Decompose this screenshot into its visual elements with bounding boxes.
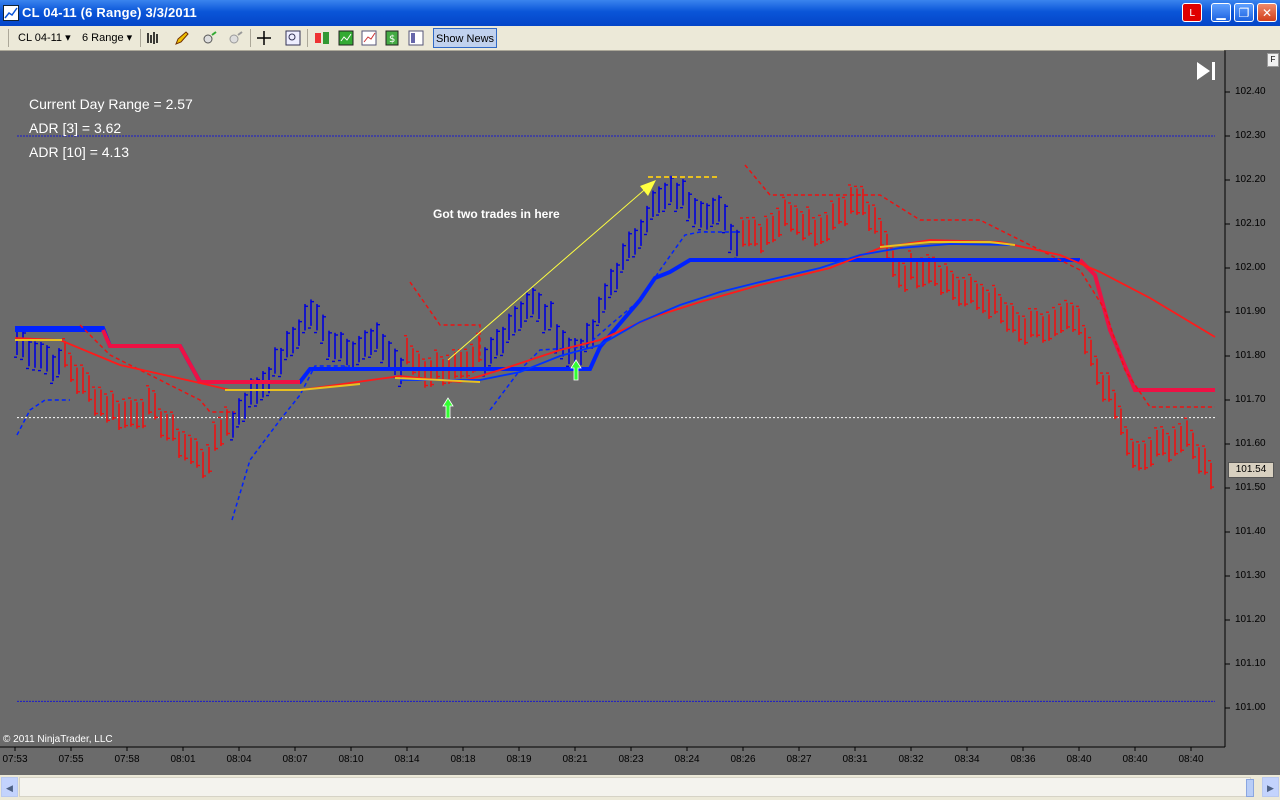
properties-icon[interactable]	[408, 30, 424, 46]
chevron-down-icon: ▾	[126, 32, 133, 44]
y-tick-label: 101.00	[1235, 702, 1266, 713]
x-tick-label: 08:07	[282, 754, 308, 765]
x-tick-label: 08:19	[506, 754, 532, 765]
zoom-window-icon[interactable]	[285, 30, 301, 46]
x-tick-label: 08:40	[1178, 754, 1204, 765]
scroll-to-end-icon[interactable]	[1196, 61, 1218, 81]
instrument-selector[interactable]: CL 04-11 ▾	[18, 29, 71, 47]
toolbar-grip	[8, 29, 9, 47]
scroll-thumb[interactable]	[1246, 779, 1254, 797]
scroll-left-icon[interactable]: ◀	[1, 777, 18, 797]
horizontal-scrollbar[interactable]: ◀ ▶	[0, 775, 1280, 800]
current-day-range: Current Day Range = 2.57	[29, 96, 193, 112]
instrument-label: CL 04-11	[18, 32, 63, 44]
stop-line-red-early	[101, 329, 300, 384]
x-tick-label: 07:53	[2, 754, 28, 765]
window-titlebar: CL 04-11 (6 Range) 3/3/2011 L ▁ ❐ ✕	[0, 0, 1280, 26]
scroll-track[interactable]	[19, 777, 1251, 797]
y-tick-label: 101.10	[1235, 658, 1266, 669]
show-news-button[interactable]: Show News	[433, 28, 497, 48]
toolbar-separator	[307, 29, 308, 47]
entry-arrow-icon	[442, 397, 454, 419]
chevron-down-icon: ▾	[65, 32, 71, 44]
adr-3: ADR [3] = 3.62	[29, 120, 122, 136]
crosshair-icon[interactable]	[256, 30, 272, 46]
strategies-icon[interactable]	[314, 30, 330, 46]
scroll-right-icon[interactable]: ▶	[1262, 777, 1279, 797]
y-tick-label: 102.30	[1235, 130, 1266, 141]
chart-canvas[interactable]	[0, 50, 1280, 775]
y-tick-label: 102.20	[1235, 174, 1266, 185]
chart-annotation: Got two trades in here	[433, 207, 560, 221]
adr-10: ADR [10] = 4.13	[29, 144, 130, 160]
x-tick-label: 08:21	[562, 754, 588, 765]
y-tick-label: 101.60	[1235, 438, 1266, 449]
y-tick-label: 102.10	[1235, 218, 1266, 229]
toolbar-separator	[140, 29, 141, 47]
channel-red-mid	[409, 281, 481, 360]
zoom-in-icon[interactable]	[202, 30, 218, 46]
x-tick-label: 08:32	[898, 754, 924, 765]
period-selector[interactable]: 6 Range ▾	[82, 29, 132, 47]
data-box-icon[interactable]: $	[384, 30, 400, 46]
y-tick-label: 101.90	[1235, 306, 1266, 317]
toolbar-separator	[250, 29, 251, 47]
y-tick-label: 101.80	[1235, 350, 1266, 361]
maximize-button[interactable]: ❐	[1234, 3, 1254, 22]
x-tick-label: 08:40	[1066, 754, 1092, 765]
window-title: CL 04-11 (6 Range) 3/3/2011	[22, 5, 197, 20]
x-tick-label: 08:40	[1122, 754, 1148, 765]
draw-pencil-icon[interactable]	[174, 30, 190, 46]
close-button[interactable]: ✕	[1257, 3, 1277, 22]
zoom-out-icon[interactable]	[228, 30, 244, 46]
x-tick-label: 08:18	[450, 754, 476, 765]
chart-trader-icon[interactable]	[361, 30, 377, 46]
price-chart[interactable]	[0, 50, 1280, 775]
y-tick-label: 101.70	[1235, 394, 1266, 405]
x-tick-label: 08:26	[730, 754, 756, 765]
indicators-icon[interactable]	[338, 30, 354, 46]
minimize-button[interactable]: ▁	[1211, 3, 1231, 22]
x-tick-label: 08:27	[786, 754, 812, 765]
last-price-tag: 101.54	[1228, 462, 1274, 478]
bar-style-icon[interactable]	[146, 30, 162, 46]
x-tick-label: 07:58	[114, 754, 140, 765]
y-tick-label: 102.40	[1235, 86, 1266, 97]
x-tick-label: 08:24	[674, 754, 700, 765]
y-tick-label: 101.50	[1235, 482, 1266, 493]
svg-text:$: $	[389, 34, 395, 45]
x-tick-label: 08:36	[1010, 754, 1036, 765]
y-tick-label: 101.20	[1235, 614, 1266, 625]
channel-red-late	[744, 164, 1215, 408]
y-tick-label: 102.00	[1235, 262, 1266, 273]
stop-line-blue	[15, 258, 1080, 384]
y-tick-label: 101.30	[1235, 570, 1266, 581]
link-button[interactable]: L	[1182, 3, 1202, 22]
x-tick-label: 08:04	[226, 754, 252, 765]
chart-app-icon	[3, 5, 19, 21]
x-tick-label: 08:23	[618, 754, 644, 765]
x-tick-label: 08:34	[954, 754, 980, 765]
ma-red	[14, 239, 1216, 391]
period-label: 6 Range	[82, 32, 124, 44]
x-tick-label: 07:55	[58, 754, 84, 765]
f-button[interactable]: F	[1267, 53, 1279, 67]
x-tick-label: 08:01	[170, 754, 196, 765]
x-tick-label: 08:31	[842, 754, 868, 765]
channel-red-early	[79, 324, 235, 413]
x-tick-label: 08:14	[394, 754, 420, 765]
chart-toolbar: CL 04-11 ▾ 6 Range ▾ $	[0, 26, 1280, 51]
y-tick-label: 101.40	[1235, 526, 1266, 537]
x-tick-label: 08:10	[338, 754, 364, 765]
copyright-text: © 2011 NinjaTrader, LLC	[3, 734, 113, 745]
